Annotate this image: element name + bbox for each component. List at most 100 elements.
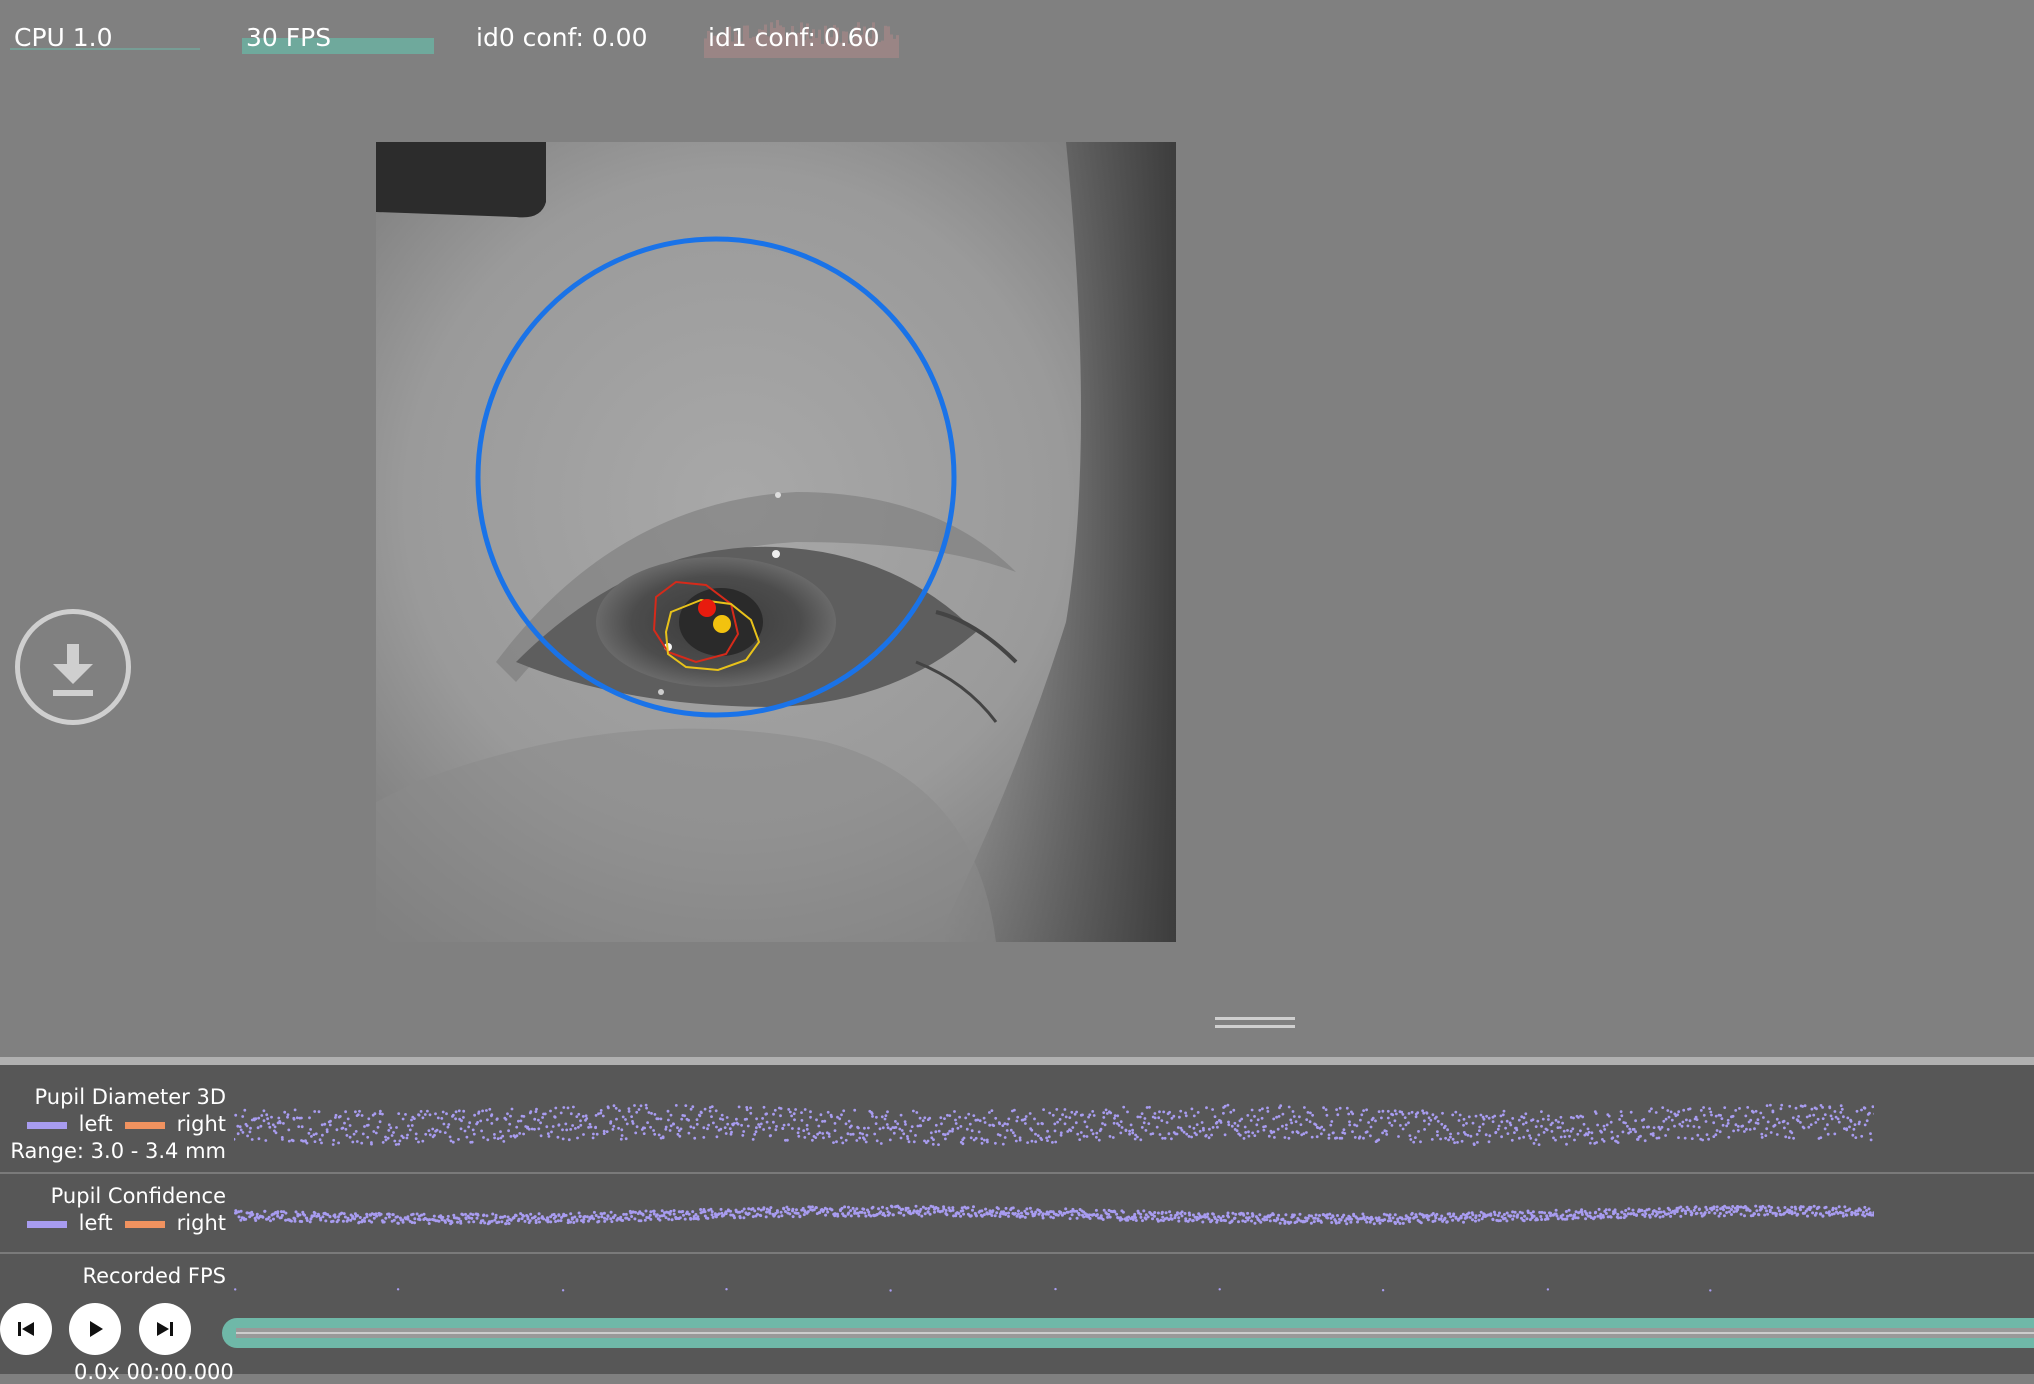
data-point — [1753, 1127, 1756, 1131]
data-point — [1377, 1110, 1381, 1113]
data-point — [1597, 1207, 1601, 1211]
data-point — [286, 1115, 289, 1119]
data-point — [1180, 1128, 1184, 1132]
data-point — [1588, 1141, 1592, 1145]
right-legend-label: right — [176, 1112, 226, 1136]
data-point — [415, 1212, 419, 1216]
right-legend-label: right — [176, 1211, 226, 1235]
data-point — [1696, 1133, 1700, 1137]
data-point — [457, 1217, 461, 1221]
skip-previous-button[interactable] — [0, 1303, 52, 1355]
data-point — [914, 1204, 918, 1208]
data-point — [1474, 1214, 1478, 1218]
data-point — [509, 1135, 513, 1138]
data-point — [1666, 1128, 1670, 1131]
data-point — [809, 1115, 812, 1119]
data-point — [1253, 1134, 1257, 1137]
data-point — [344, 1110, 347, 1114]
data-point — [384, 1216, 388, 1220]
data-point — [768, 1211, 772, 1215]
data-point — [1681, 1208, 1685, 1211]
data-point — [1723, 1106, 1727, 1109]
data-point — [1454, 1110, 1458, 1114]
data-point — [1502, 1109, 1506, 1113]
data-point — [1192, 1126, 1196, 1130]
data-point — [490, 1219, 494, 1223]
data-point — [1046, 1129, 1049, 1133]
data-point — [1381, 1109, 1385, 1113]
data-point — [1577, 1116, 1580, 1119]
data-point — [1688, 1119, 1692, 1123]
data-point — [907, 1140, 911, 1144]
data-point — [892, 1131, 896, 1135]
timeline-scrubber[interactable] — [222, 1318, 2034, 1348]
data-point — [631, 1120, 634, 1123]
data-point — [1626, 1124, 1629, 1128]
data-point — [982, 1116, 986, 1120]
histogram-bar — [887, 26, 890, 58]
pupil-diameter-plot[interactable] — [234, 1077, 1874, 1167]
data-point — [1627, 1207, 1631, 1211]
data-point — [1340, 1136, 1344, 1140]
data-point — [1429, 1118, 1433, 1122]
data-point — [1287, 1136, 1291, 1140]
data-point — [1184, 1114, 1188, 1118]
data-point — [1841, 1214, 1845, 1218]
data-point — [348, 1124, 352, 1127]
skip-next-button[interactable] — [139, 1303, 191, 1355]
data-point — [1853, 1123, 1857, 1126]
data-point — [1579, 1129, 1582, 1133]
data-point — [1458, 1113, 1462, 1117]
data-point — [1595, 1141, 1598, 1144]
data-point — [966, 1206, 970, 1210]
data-point — [537, 1212, 541, 1216]
data-point — [1532, 1142, 1536, 1145]
recorded-fps-plot[interactable] — [234, 1287, 1874, 1295]
timeline-resize-handle[interactable] — [1215, 1017, 1295, 1029]
data-point — [1478, 1129, 1481, 1132]
data-point — [1756, 1122, 1760, 1125]
data-point — [1161, 1136, 1164, 1140]
data-point — [740, 1209, 744, 1213]
data-point — [615, 1117, 618, 1121]
eye-camera-view[interactable] — [376, 142, 1176, 942]
export-button[interactable] — [15, 609, 131, 725]
data-point — [1046, 1139, 1049, 1142]
data-point — [594, 1125, 597, 1129]
data-point — [1088, 1217, 1092, 1220]
data-point — [1151, 1132, 1155, 1135]
data-point — [780, 1214, 784, 1218]
data-point — [702, 1136, 706, 1139]
data-point — [342, 1212, 346, 1216]
data-point — [427, 1222, 431, 1225]
data-point — [1410, 1110, 1414, 1114]
data-point — [305, 1219, 309, 1222]
data-point — [1790, 1212, 1794, 1216]
data-point — [1226, 1211, 1230, 1215]
data-point — [992, 1124, 996, 1127]
data-point — [1685, 1118, 1688, 1122]
data-point — [756, 1212, 759, 1216]
data-point — [1474, 1219, 1477, 1223]
data-point — [668, 1129, 672, 1132]
data-point — [850, 1124, 853, 1128]
data-point — [445, 1112, 448, 1116]
data-point — [300, 1116, 303, 1120]
data-point — [781, 1126, 785, 1130]
data-point — [879, 1210, 883, 1214]
data-point — [717, 1212, 721, 1216]
data-point — [1064, 1115, 1068, 1119]
data-point — [1249, 1119, 1253, 1122]
data-point — [627, 1110, 631, 1113]
data-point — [1261, 1107, 1264, 1111]
play-button[interactable] — [69, 1303, 121, 1355]
data-point — [1600, 1130, 1603, 1134]
data-point — [501, 1134, 505, 1138]
data-point — [648, 1213, 652, 1217]
data-point — [1315, 1135, 1319, 1139]
data-point — [566, 1106, 570, 1110]
pupil-confidence-plot[interactable] — [234, 1177, 1874, 1247]
data-point — [1602, 1139, 1606, 1143]
data-point — [1045, 1136, 1048, 1140]
data-point — [1718, 1212, 1722, 1215]
